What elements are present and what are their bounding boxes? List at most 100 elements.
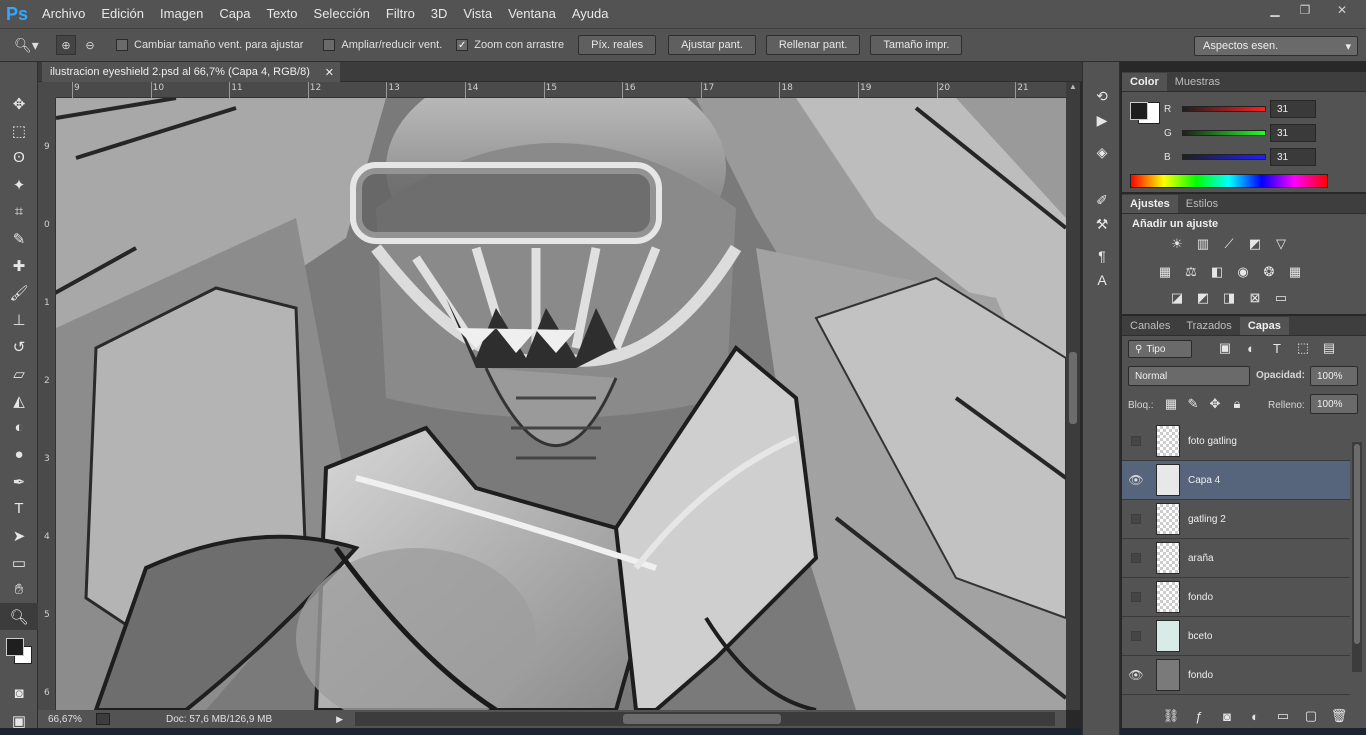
new-layer-icon[interactable]: ▢ [1302,708,1320,724]
type-tool-icon[interactable]: T [0,495,38,522]
brush-tool-icon[interactable]: 🖌︎ [0,279,38,306]
lock-all-icon[interactable]: 🔒︎ [1228,396,1246,412]
menu-capa[interactable]: Capa [211,0,258,28]
menu-seleccion[interactable]: Selección [306,0,378,28]
color-spectrum-bar[interactable] [1130,174,1328,188]
resize-windows-option[interactable]: Cambiar tamaño vent. para ajustar [116,39,303,51]
new-group-icon[interactable]: ▭ [1274,708,1292,724]
eye-icon[interactable]: 👁︎ [1122,668,1150,682]
fit-screen-button[interactable]: Ajustar pant. [668,35,756,55]
minimize-icon[interactable]: ▁ [1260,0,1290,20]
invert-icon[interactable]: ◪ [1168,290,1186,306]
character-icon[interactable]: ¶ [1083,244,1121,268]
black-white-icon[interactable]: ◧ [1208,264,1226,280]
zoom-tool-preset-icon[interactable]: 🔍︎▾ [14,37,48,54]
menu-ayuda[interactable]: Ayuda [564,0,617,28]
resize-windows-checkbox[interactable] [116,39,128,51]
visibility-toggle[interactable] [1131,436,1141,446]
crop-tool-icon[interactable]: ⌗ [0,198,38,225]
color-swatches[interactable] [0,630,37,680]
layer-row[interactable]: 👁︎ Capa 4 [1122,461,1350,500]
scrubby-zoom-checkbox[interactable]: ✓ [456,39,469,51]
filter-smart-object-icon[interactable]: ▤ [1320,340,1338,356]
print-size-button[interactable]: Tamaño impr. [870,35,963,55]
tab-capas[interactable]: Capas [1239,317,1289,335]
layer-filter-select[interactable]: ⚲ Tipo [1128,340,1192,358]
filter-shape-icon[interactable]: ⬚ [1294,340,1312,356]
filter-type-icon[interactable]: T [1268,340,1286,356]
layer-row[interactable]: araña [1122,539,1350,578]
magic-wand-tool-icon[interactable]: ✦ [0,171,38,198]
levels-icon[interactable]: ▥ [1194,236,1212,252]
layer-row[interactable]: 👁︎ fondo [1122,656,1350,695]
filter-pixel-icon[interactable]: ▣ [1216,340,1234,356]
visibility-toggle[interactable] [1131,592,1141,602]
green-value[interactable]: 31 [1270,124,1316,142]
tool-presets-icon[interactable]: ⚒ [1083,212,1121,236]
visibility-toggle[interactable] [1131,514,1141,524]
marquee-tool-icon[interactable]: ⬚ [0,117,38,144]
tab-color[interactable]: Color [1122,73,1167,91]
zoom-in-icon[interactable]: ⊕ [56,35,76,55]
menu-texto[interactable]: Texto [258,0,305,28]
paint-bucket-tool-icon[interactable]: ◭ [0,387,38,414]
pen-tool-icon[interactable]: ✒ [0,468,38,495]
zoom-level[interactable]: 66,67% [48,714,88,725]
curves-icon[interactable]: ⟋ [1220,236,1238,252]
healing-brush-tool-icon[interactable]: ✚ [0,252,38,279]
blend-mode-select[interactable]: Normal [1128,366,1250,386]
blue-slider[interactable] [1182,154,1266,160]
menu-imagen[interactable]: Imagen [152,0,211,28]
close-icon[interactable]: ✕ [325,66,334,79]
layer-style-fx-icon[interactable]: ƒ [1190,708,1208,724]
horizontal-scroll-thumb[interactable] [623,714,781,724]
color-balance-icon[interactable]: ⚖ [1182,264,1200,280]
selective-color-icon[interactable]: ⊠ [1246,290,1264,306]
channel-mixer-icon[interactable]: ❂ [1260,264,1278,280]
document-canvas[interactable] [56,98,1066,710]
horizontal-scrollbar[interactable] [355,712,1055,726]
new-adjustment-icon[interactable]: ◐ [1246,708,1264,724]
quick-mask-icon[interactable]: ◙ [0,680,38,707]
scrubby-zoom-option[interactable]: ✓ Zoom con arrastre [456,39,564,51]
hue-saturation-icon[interactable]: ▦ [1156,264,1174,280]
blue-value[interactable]: 31 [1270,148,1316,166]
status-menu-arrow-icon[interactable]: ▶ [336,714,343,725]
rectangle-tool-icon[interactable]: ▭ [0,549,38,576]
lock-pixels-icon[interactable]: ✎ [1184,396,1202,412]
lock-position-icon[interactable]: ✥ [1206,396,1224,412]
lock-transparency-icon[interactable]: ▦ [1162,396,1180,412]
color-lookup-icon[interactable]: ▦ [1286,264,1304,280]
paragraph-icon[interactable]: A [1083,268,1121,292]
tab-canales[interactable]: Canales [1122,317,1178,335]
menu-vista[interactable]: Vista [455,0,500,28]
zoom-all-option[interactable]: Ampliar/reducir vent. [323,39,442,51]
zoom-all-checkbox[interactable] [323,39,336,51]
eraser-tool-icon[interactable]: ▱ [0,360,38,387]
status-preview-icon[interactable] [96,713,110,725]
history-brush-tool-icon[interactable]: ↺ [0,333,38,360]
brush-presets-icon[interactable]: ✐ [1083,188,1121,212]
close-icon[interactable]: ✕ [1320,0,1364,20]
tab-trazados[interactable]: Trazados [1178,317,1239,335]
zoom-out-icon[interactable]: ⊖ [80,35,100,55]
dodge-tool-icon[interactable]: ● [0,441,38,468]
menu-filtro[interactable]: Filtro [378,0,423,28]
fill-input[interactable]: 100% [1310,394,1358,414]
layer-row[interactable]: gatling 2 [1122,500,1350,539]
layers-scrollbar[interactable] [1352,442,1362,672]
tab-estilos[interactable]: Estilos [1178,195,1226,213]
foreground-color-swatch[interactable] [6,638,24,656]
scroll-up-icon[interactable]: ▲ [1066,82,1080,91]
delete-layer-icon[interactable]: 🗑︎ [1330,708,1348,724]
eye-icon[interactable]: 👁︎ [1122,473,1150,487]
vertical-scroll-thumb[interactable] [1069,352,1077,424]
workspace-select[interactable]: Aspectos esen. ▾ [1194,36,1358,56]
restore-icon[interactable]: ❐ [1290,0,1320,20]
path-selection-tool-icon[interactable]: ➤ [0,522,38,549]
menu-3d[interactable]: 3D [423,0,456,28]
actual-pixels-button[interactable]: Píx. reales [578,35,657,55]
move-tool-icon[interactable]: ✥ [0,90,38,117]
posterize-icon[interactable]: ◩ [1194,290,1212,306]
history-icon[interactable]: ⟲ [1083,84,1121,108]
